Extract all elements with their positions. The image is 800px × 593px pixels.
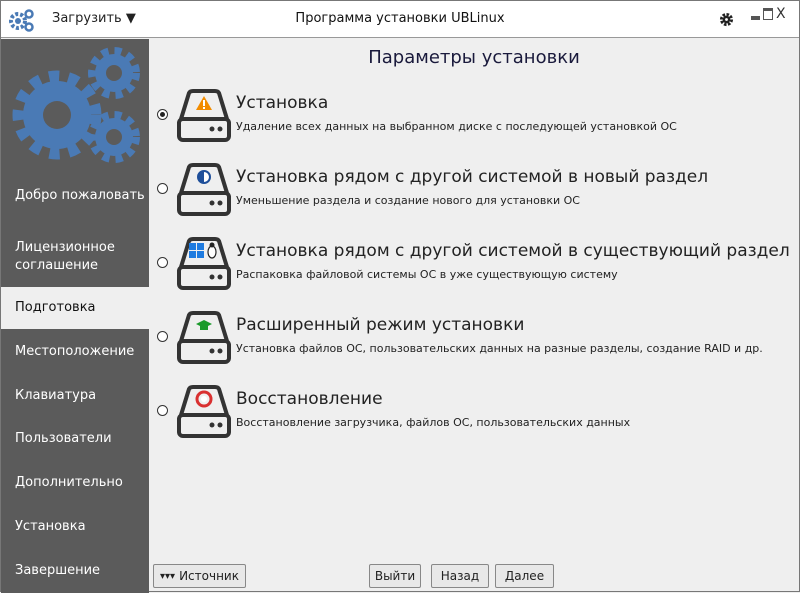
lifebuoy-icon xyxy=(195,390,213,408)
back-button[interactable]: Назад xyxy=(431,564,489,588)
sidebar-item-preparation[interactable]: Подготовка xyxy=(1,287,149,329)
drive-icon xyxy=(177,163,231,216)
drive-icon xyxy=(177,311,231,364)
source-label: Источник xyxy=(179,569,239,583)
minimize-button[interactable] xyxy=(751,16,760,20)
exit-button[interactable]: Выйти xyxy=(369,564,421,588)
option-description: Восстановление загрузчика, файлов ОС, по… xyxy=(236,416,631,429)
window-title: Программа установки UBLinux xyxy=(295,11,505,26)
main-panel: Параметры установки Установка Удаление в… xyxy=(149,39,799,593)
drive-icon xyxy=(177,89,231,142)
option-description: Удаление всех данных на выбранном диске … xyxy=(236,120,677,133)
option-title: Восстановление xyxy=(236,389,383,409)
close-button[interactable]: X xyxy=(776,6,786,22)
option-radio[interactable] xyxy=(157,109,168,120)
option-description: Уменьшение раздела и создание нового для… xyxy=(236,194,580,207)
next-button[interactable]: Далее xyxy=(495,564,554,588)
half-circle-icon xyxy=(197,170,211,184)
option-description: Распаковка файловой системы ОС в уже сущ… xyxy=(236,268,618,281)
option-radio[interactable] xyxy=(157,405,168,416)
option-description: Установка файлов ОС, пользовательских да… xyxy=(236,342,763,355)
sidebar-item-license[interactable]: Лицензионное соглашение xyxy=(1,235,149,279)
source-button[interactable]: ▾▾▾ Источник xyxy=(153,564,246,588)
network-tree-icon: ▾▾▾ xyxy=(160,570,176,582)
drive-icon xyxy=(177,237,231,290)
install-option[interactable]: Восстановление Восстановление загрузчика… xyxy=(149,385,799,445)
page-title: Параметры установки xyxy=(368,47,580,68)
install-option[interactable]: Расширенный режим установки Установка фа… xyxy=(149,311,799,371)
option-title: Установка xyxy=(236,93,329,113)
sidebar-item-keyboard[interactable]: Клавиатура xyxy=(1,375,149,417)
option-radio[interactable] xyxy=(157,257,168,268)
sidebar-item-advanced[interactable]: Дополнительно xyxy=(1,462,149,504)
sidebar-item-users[interactable]: Пользователи xyxy=(1,418,149,460)
option-title: Установка рядом с другой системой в суще… xyxy=(236,241,790,261)
maximize-button[interactable] xyxy=(763,8,773,20)
option-title: Установка рядом с другой системой в новы… xyxy=(236,167,709,187)
graduation-cap-icon xyxy=(196,320,212,330)
option-title: Расширенный режим установки xyxy=(236,315,525,335)
sidebar-item-location[interactable]: Местоположение xyxy=(1,331,149,373)
option-radio[interactable] xyxy=(157,331,168,342)
sidebar-item-finish[interactable]: Завершение xyxy=(1,550,149,592)
install-option[interactable]: Установка рядом с другой системой в суще… xyxy=(149,237,799,297)
sidebar: Добро пожаловать Лицензионное соглашение… xyxy=(1,39,149,593)
settings-gear-icon[interactable] xyxy=(719,12,734,27)
warning-icon xyxy=(196,96,212,110)
install-option[interactable]: Установка Удаление всех данных на выбран… xyxy=(149,89,799,149)
option-radio[interactable] xyxy=(157,183,168,194)
install-option[interactable]: Установка рядом с другой системой в новы… xyxy=(149,163,799,223)
windows-linux-icon xyxy=(189,242,217,259)
title-bar: Загрузить ▼ Программа установки UBLinux … xyxy=(1,1,799,38)
logo-gears-icon xyxy=(12,47,140,163)
sidebar-item-install[interactable]: Установка xyxy=(1,506,149,548)
sidebar-item-welcome[interactable]: Добро пожаловать xyxy=(1,174,149,218)
drive-icon xyxy=(177,385,231,438)
